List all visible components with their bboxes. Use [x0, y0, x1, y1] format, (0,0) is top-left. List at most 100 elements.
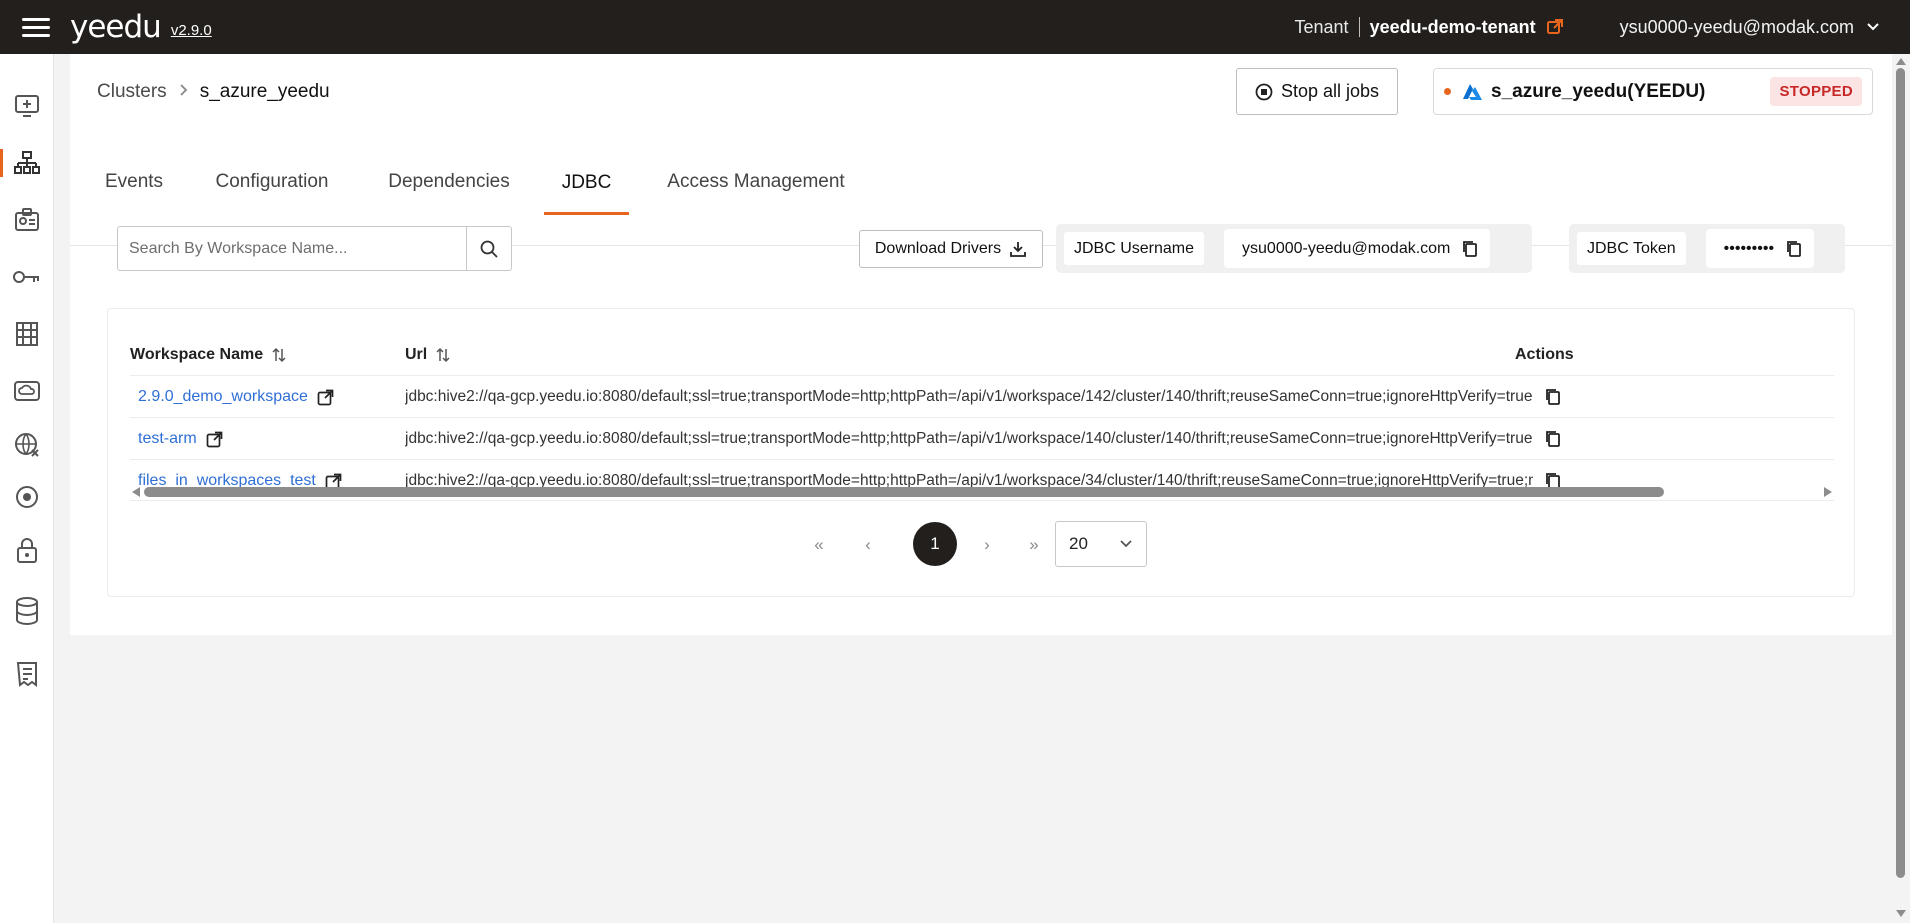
prev-page-button[interactable]: ‹	[853, 530, 883, 560]
jdbc-token-text: •••••••••	[1723, 239, 1775, 257]
column-header-actions: Actions	[1515, 346, 1574, 363]
stop-circle-icon	[1255, 83, 1273, 100]
sidebar-item-notes[interactable]	[0, 654, 54, 694]
jdbc-username-text: ysu0000-yeedu@modak.com	[1242, 239, 1451, 257]
copy-token-icon[interactable]	[1786, 240, 1802, 258]
scroll-left-arrow[interactable]	[132, 487, 140, 497]
chevron-down-icon	[1120, 540, 1132, 548]
globe-network-icon	[15, 433, 39, 457]
last-page-button[interactable]: »	[1019, 530, 1049, 560]
tab-events[interactable]: Events	[102, 160, 166, 204]
sort-icon	[272, 347, 286, 363]
sidebar-item-add[interactable]	[0, 86, 54, 126]
external-link-icon	[317, 389, 334, 405]
azure-icon	[1461, 83, 1483, 101]
sidebar-item-target[interactable]	[0, 477, 54, 517]
tab-configuration[interactable]: Configuration	[210, 160, 334, 204]
scroll-up-arrow[interactable]	[1896, 58, 1906, 65]
add-screen-icon	[15, 95, 39, 117]
jdbc-token-group: JDBC Token •••••••••	[1569, 224, 1845, 273]
sidebar-item-credentials[interactable]	[0, 257, 54, 297]
sidebar	[0, 54, 54, 923]
download-icon	[1010, 242, 1027, 257]
download-drivers-label: Download Drivers	[874, 240, 1002, 257]
tab-access-management[interactable]: Access Management	[661, 160, 851, 204]
sidebar-item-network[interactable]	[0, 425, 54, 465]
copy-username-icon[interactable]	[1462, 240, 1478, 258]
column-header-workspace[interactable]: Workspace Name	[130, 339, 287, 371]
vertical-scroll-thumb[interactable]	[1896, 68, 1905, 878]
pagination: « ‹ 1 › » 20	[108, 519, 1856, 569]
jdbc-username-group: JDBC Username ysu0000-yeedu@modak.com	[1056, 224, 1532, 273]
first-page-button[interactable]: «	[804, 530, 834, 560]
building-icon	[16, 322, 38, 346]
stop-all-jobs-button[interactable]: Stop all jobs	[1236, 68, 1398, 115]
page-size-value: 20	[1069, 534, 1088, 553]
sidebar-item-database[interactable]	[0, 591, 54, 631]
sidebar-item-tenants[interactable]	[0, 314, 54, 354]
download-drivers-button[interactable]: Download Drivers	[859, 230, 1043, 268]
jdbc-username-label: JDBC Username	[1064, 232, 1205, 265]
column-header-url[interactable]: Url	[405, 339, 451, 371]
sort-icon	[436, 347, 450, 363]
status-dot	[1444, 88, 1451, 95]
tab-dependencies[interactable]: Dependencies	[384, 160, 514, 204]
current-page[interactable]: 1	[913, 522, 957, 566]
top-bar: yeedu v2.9.0 Tenant yeedu-demo-tenant ys…	[0, 0, 1910, 54]
table-row: test-arm jdbc:hive2://qa-gcp.yeedu.io:80…	[130, 417, 1834, 459]
status-badge: STOPPED	[1770, 77, 1862, 106]
breadcrumb-current: s_azure_yeedu	[199, 81, 330, 102]
tab-jdbc[interactable]: JDBC	[544, 160, 629, 215]
horizontal-scrollbar[interactable]	[130, 484, 1834, 500]
breadcrumb: Clusters s_azure_yeedu	[97, 81, 330, 103]
tenant-label: Tenant	[1294, 16, 1349, 37]
version-link[interactable]: v2.9.0	[171, 22, 212, 39]
search-button[interactable]	[467, 226, 512, 271]
notes-icon	[16, 662, 37, 687]
tenant-external-link-icon[interactable]	[1546, 18, 1564, 36]
sidebar-item-security[interactable]	[0, 531, 54, 571]
cluster-status-card: s_azure_yeedu(YEEDU) STOPPED	[1433, 68, 1873, 115]
vertical-scrollbar[interactable]	[1892, 54, 1910, 923]
cloud-drive-icon	[14, 381, 40, 401]
scroll-down-arrow[interactable]	[1896, 910, 1906, 917]
copy-url-icon[interactable]	[1545, 376, 1561, 418]
database-icon	[16, 597, 38, 626]
search-icon	[480, 240, 498, 258]
tenant-name: yeedu-demo-tenant	[1369, 16, 1536, 37]
id-badge-icon	[15, 208, 39, 231]
scroll-right-arrow[interactable]	[1824, 487, 1832, 497]
stop-all-jobs-label: Stop all jobs	[1280, 81, 1380, 101]
table-row: 2.9.0_demo_workspace jdbc:hive2://qa-gcp…	[130, 375, 1834, 417]
jdbc-table-card: Workspace Name Url Actions 2.9.0_demo_wo…	[107, 308, 1855, 597]
breadcrumb-clusters[interactable]: Clusters	[97, 81, 167, 103]
app-logo[interactable]: yeedu	[70, 9, 162, 45]
user-email: ysu0000-yeedu@modak.com	[1619, 16, 1854, 37]
main-panel: Clusters s_azure_yeedu Stop all jobs s_a…	[70, 54, 1892, 635]
sidebar-item-clusters[interactable]	[0, 143, 54, 183]
jdbc-token-label: JDBC Token	[1577, 232, 1686, 265]
target-icon	[16, 486, 38, 508]
hamburger-menu-icon[interactable]	[22, 13, 50, 42]
copy-url-icon[interactable]	[1545, 418, 1561, 460]
jdbc-url: jdbc:hive2://qa-gcp.yeedu.io:8080/defaul…	[405, 430, 1533, 447]
cluster-name: s_azure_yeedu(YEEDU)	[1491, 80, 1706, 102]
search-input[interactable]	[117, 226, 467, 271]
tenant-divider	[1358, 17, 1360, 37]
breadcrumb-chevron-icon	[179, 81, 188, 103]
next-page-button[interactable]: ›	[972, 530, 1002, 560]
sidebar-item-profiles[interactable]	[0, 200, 54, 240]
workspace-link[interactable]: 2.9.0_demo_workspace	[138, 376, 334, 418]
cluster-hierarchy-icon	[14, 151, 40, 174]
user-menu[interactable]: ysu0000-yeedu@modak.com	[1620, 17, 1880, 38]
key-icon	[13, 271, 39, 283]
jdbc-token-value: •••••••••	[1705, 229, 1815, 268]
horizontal-scroll-thumb[interactable]	[144, 487, 1664, 497]
jdbc-url: jdbc:hive2://qa-gcp.yeedu.io:8080/defaul…	[405, 388, 1533, 405]
sidebar-item-storage[interactable]	[0, 371, 54, 411]
jdbc-username-value: ysu0000-yeedu@modak.com	[1224, 229, 1491, 268]
chevron-down-icon	[1867, 23, 1879, 31]
workspace-link[interactable]: test-arm	[138, 418, 223, 460]
external-link-icon	[206, 431, 223, 447]
page-size-select[interactable]: 20	[1055, 521, 1147, 567]
